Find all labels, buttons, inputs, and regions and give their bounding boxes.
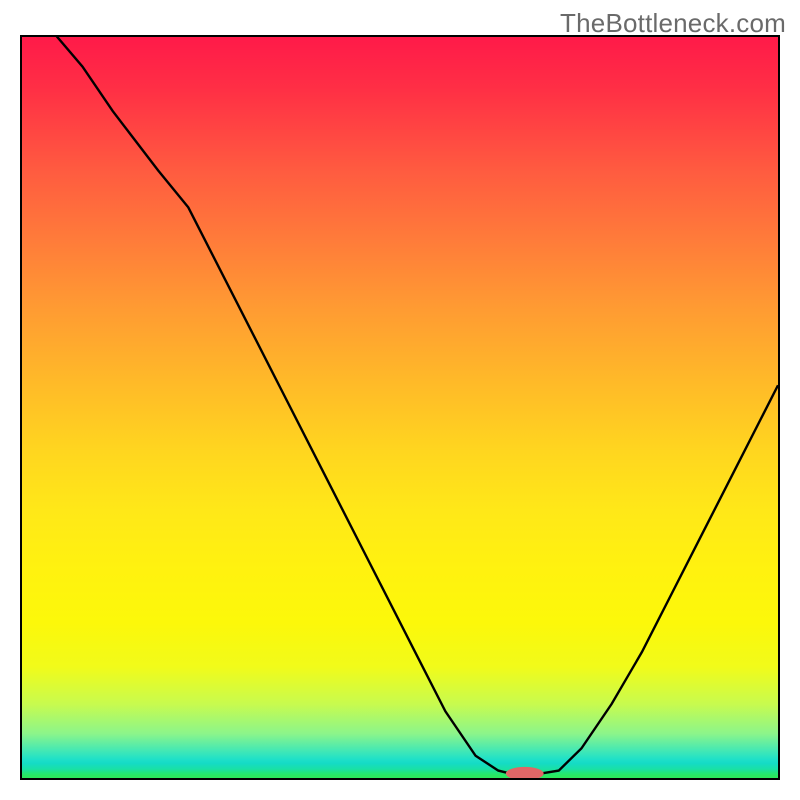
plot-area <box>20 35 780 780</box>
bottleneck-curve <box>22 37 778 774</box>
chart-container: TheBottleneck.com <box>0 0 800 800</box>
watermark-text: TheBottleneck.com <box>560 8 786 39</box>
chart-svg <box>22 37 778 778</box>
optimal-marker <box>506 767 544 778</box>
